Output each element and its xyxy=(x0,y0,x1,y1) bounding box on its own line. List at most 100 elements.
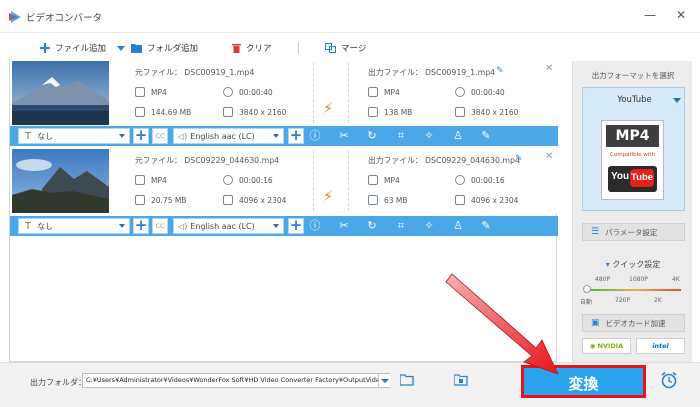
sliders-icon: ☰ xyxy=(591,227,600,237)
cc-icon[interactable]: CC xyxy=(152,218,168,234)
output-resolution: 4096 x 2304 xyxy=(455,195,518,205)
source-file-name: 元ファイル： DSC09229_044630.mp4 xyxy=(135,156,280,165)
info-icon[interactable]: ⓘ xyxy=(308,129,322,143)
edit-bar: T なし + CC ◁) English aac (LC) + ⓘ ✂ ↻ ⌗ … xyxy=(10,126,558,146)
quick-tick-label: 1080P xyxy=(629,276,648,283)
add-folder-label: フォルダ追加 xyxy=(147,44,199,54)
crop-icon[interactable]: ⌗ xyxy=(394,129,408,143)
rotate-icon[interactable]: ↻ xyxy=(365,219,379,233)
chevron-down-icon xyxy=(119,224,125,228)
quick-tick-label: 480P xyxy=(595,276,611,283)
watermark-icon[interactable]: ♙ xyxy=(451,219,465,233)
watermark-icon[interactable]: ♙ xyxy=(451,129,465,143)
trash-icon xyxy=(232,44,241,53)
output-folder-dropdown[interactable] xyxy=(378,374,390,387)
nvidia-toggle[interactable]: ◉ NVIDIA xyxy=(582,338,631,354)
add-audio-button[interactable]: + xyxy=(288,128,304,144)
file-size-icon xyxy=(368,195,378,205)
folder-icon xyxy=(131,44,142,53)
resolution-icon xyxy=(223,195,233,205)
format-selector[interactable]: YouTube MP4 Compatible with You Tube xyxy=(582,87,685,211)
alarm-clock-icon[interactable] xyxy=(660,371,678,389)
subtitle-select[interactable]: T なし xyxy=(18,128,130,144)
quick-settings-label: ▾ クイック設定 xyxy=(573,259,693,270)
edit-name-icon[interactable]: ✎ xyxy=(515,154,523,164)
merge-button[interactable]: マージ xyxy=(325,37,366,59)
speaker-icon: ◁) xyxy=(178,221,188,231)
add-folder-button[interactable]: フォルダ追加 xyxy=(116,37,198,59)
format-badge: MP4 xyxy=(606,125,659,147)
parameter-settings-button[interactable]: ☰ パラメータ設定 xyxy=(582,223,685,241)
output-format: MP4 xyxy=(368,87,400,97)
output-folder-input[interactable]: C:¥Users¥Administrator¥Videos¥WonderFox … xyxy=(82,373,390,388)
output-resolution-value: 3840 x 2160 xyxy=(471,107,519,117)
remove-file-icon[interactable]: ✕ xyxy=(545,63,553,74)
source-size: 20.75 MB xyxy=(135,195,186,205)
source-format-value: MP4 xyxy=(151,87,167,97)
edit-name-icon[interactable]: ✎ xyxy=(496,66,504,76)
card-divider xyxy=(348,151,349,211)
source-size-value: 144.69 MB xyxy=(151,107,192,117)
add-subtitle-button[interactable]: + xyxy=(133,128,149,144)
video-thumbnail[interactable] xyxy=(12,149,109,213)
add-audio-button[interactable]: + xyxy=(288,218,304,234)
crop-icon[interactable]: ⌗ xyxy=(394,219,408,233)
output-file-name: 出力ファイル： DSC00919_1.mp4 xyxy=(368,68,496,77)
chevron-down-icon xyxy=(273,224,279,228)
window-title: ビデオコンバータ xyxy=(26,13,103,24)
info-icon[interactable]: ⓘ xyxy=(308,219,322,233)
source-format-value: MP4 xyxy=(151,175,167,185)
audio-select[interactable]: ◁) English aac (LC) xyxy=(173,128,284,144)
effects-icon[interactable]: ✧ xyxy=(422,219,436,233)
rotate-icon[interactable]: ↻ xyxy=(365,129,379,143)
lightning-icon: ⚡ xyxy=(323,189,333,205)
edit-bar: T なし + CC ◁) English aac (LC) + ⓘ ✂ ↻ ⌗ … xyxy=(10,216,558,236)
source-file-name: 元ファイル： DSC00919_1.mp4 xyxy=(135,68,255,77)
subtitle-value: なし xyxy=(37,131,54,141)
file-size-icon xyxy=(368,107,378,117)
text-icon: T xyxy=(25,220,32,232)
add-subtitle-button[interactable]: + xyxy=(133,218,149,234)
text-icon: T xyxy=(25,130,32,142)
dropdown-caret-icon xyxy=(117,46,125,51)
file-item[interactable]: 元ファイル： DSC09229_044630.mp4 MP4 00:00:16 … xyxy=(10,147,558,213)
chip-icon: ▣ xyxy=(591,318,600,328)
effects-icon[interactable]: ✧ xyxy=(422,129,436,143)
file-item[interactable]: 元ファイル： DSC00919_1.mp4 MP4 00:00:40 144.6… xyxy=(10,59,558,125)
source-duration-value: 00:00:40 xyxy=(239,87,273,97)
source-resolution-value: 3840 x 2160 xyxy=(239,107,287,117)
subtitle-select[interactable]: T なし xyxy=(18,218,130,234)
source-size: 144.69 MB xyxy=(135,107,191,117)
source-format: MP4 xyxy=(135,175,167,185)
compat-text: Compatible with xyxy=(610,152,655,158)
chevron-down-icon: ▾ xyxy=(605,260,610,269)
output-size: 138 MB xyxy=(368,107,412,117)
plus-icon xyxy=(40,43,50,53)
format-icon xyxy=(135,87,145,97)
chevron-down-icon xyxy=(273,134,279,138)
minimize-button[interactable]: — xyxy=(640,6,660,24)
intel-toggle[interactable]: intel xyxy=(636,338,685,354)
clear-button[interactable]: クリア xyxy=(232,37,272,59)
quick-settings-slider[interactable] xyxy=(586,289,681,291)
source-duration: 00:00:16 xyxy=(223,175,273,185)
close-window-button[interactable]: ✕ xyxy=(671,6,691,24)
card-divider xyxy=(313,151,314,211)
remove-file-icon[interactable]: ✕ xyxy=(545,151,553,162)
clock-icon xyxy=(223,87,233,97)
output-file-name: 出力ファイル： DSC09229_044630.mp4 xyxy=(368,156,520,165)
cc-icon[interactable]: CC xyxy=(152,128,168,144)
browse-folder-icon[interactable] xyxy=(400,374,414,386)
slider-handle[interactable] xyxy=(583,285,591,293)
scissors-icon[interactable]: ✂ xyxy=(337,129,351,143)
youtube-logo-you: You xyxy=(611,171,630,182)
resolution-icon xyxy=(455,107,465,117)
scissors-icon[interactable]: ✂ xyxy=(337,219,351,233)
audio-select[interactable]: ◁) English aac (LC) xyxy=(173,218,284,234)
clock-icon xyxy=(455,87,465,97)
output-resolution: 3840 x 2160 xyxy=(455,107,518,117)
add-file-button[interactable]: ファイル追加 xyxy=(40,37,106,59)
video-thumbnail[interactable] xyxy=(12,61,109,125)
edit-icon[interactable]: ✎ xyxy=(479,219,493,233)
edit-icon[interactable]: ✎ xyxy=(479,129,493,143)
